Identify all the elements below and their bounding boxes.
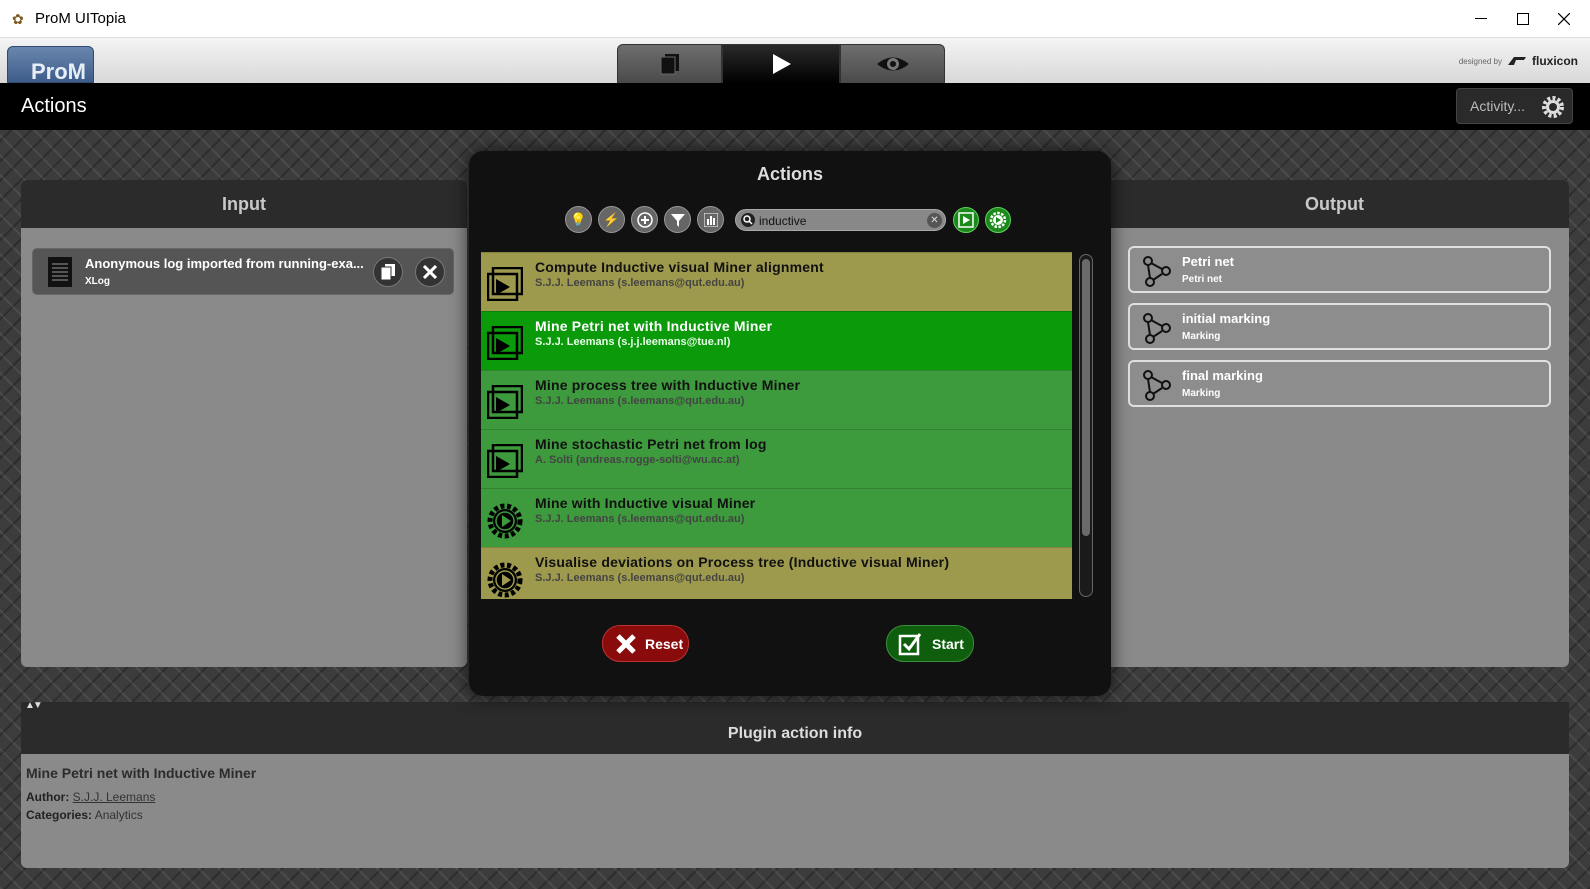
action-row[interactable]: Mine process tree with Inductive Miner S… [481, 370, 1072, 429]
output-panel-title: Output [1100, 180, 1569, 228]
main-tabs [617, 44, 945, 83]
output-panel: Output Petri net Petri net initial marki… [1100, 180, 1569, 667]
plugin-filter-icon [958, 212, 974, 228]
document-icon [48, 257, 72, 287]
collapse-arrows-icon[interactable]: ▲▼ [25, 700, 43, 711]
input-item-name: Anonymous log imported from running-exa.… [85, 256, 364, 271]
maximize-icon [1517, 13, 1529, 25]
tab-actions[interactable] [722, 44, 840, 83]
tab-workspace[interactable] [617, 44, 722, 83]
minimize-button[interactable] [1452, 0, 1510, 38]
remove-input-button[interactable] [415, 257, 445, 287]
visualizer-icon [487, 503, 523, 539]
action-row[interactable]: Mine with Inductive visual Miner S.J.J. … [481, 488, 1072, 547]
bar-chart-icon [703, 212, 718, 227]
author-link[interactable]: S.J.J. Leemans [73, 790, 156, 804]
fluxicon-credit: designed by fluxicon [1458, 54, 1578, 68]
action-row-selected[interactable]: Mine Petri net with Inductive Miner S.J.… [481, 311, 1072, 370]
copy-input-button[interactable] [373, 257, 403, 287]
show-visualizers-button[interactable] [985, 207, 1011, 233]
filter-chart-button[interactable] [697, 206, 724, 233]
app-header: ProM designed by fluxicon [0, 38, 1590, 83]
info-panel-title: Plugin action info [21, 714, 1569, 754]
input-panel-title: Input [21, 180, 467, 228]
plugin-info-panel: Plugin action info Mine Petri net with I… [21, 714, 1569, 868]
actions-list: Compute Inductive visual Miner alignment… [481, 252, 1072, 599]
petri-net-icon [1143, 313, 1171, 344]
fluxicon-logo-icon [1507, 57, 1526, 65]
action-row[interactable]: Mine stochastic Petri net from log A. So… [481, 429, 1072, 488]
search-input[interactable] [759, 212, 919, 229]
output-item[interactable]: initial marking Marking [1128, 303, 1551, 350]
visualizer-filter-icon [989, 211, 1007, 229]
plugin-icon [487, 444, 523, 478]
eye-icon [876, 57, 909, 71]
maximize-button[interactable] [1508, 0, 1538, 38]
clear-search-button[interactable]: ✕ [927, 213, 942, 228]
checkbox-icon [898, 632, 922, 655]
petri-net-icon [1143, 256, 1171, 287]
gear-icon [1542, 96, 1564, 118]
input-item-type: XLog [85, 276, 110, 287]
filter-add-button[interactable] [631, 206, 658, 233]
panel-splitter[interactable]: ▲▼ [21, 700, 1569, 714]
funnel-icon [670, 213, 685, 227]
show-plugins-button[interactable] [953, 207, 979, 233]
input-item[interactable]: Anonymous log imported from running-exa.… [32, 248, 454, 295]
close-icon [423, 265, 437, 279]
plugin-icon [487, 385, 523, 419]
plugin-categories: Categories: Analytics [26, 808, 143, 822]
reset-button[interactable]: Reset [602, 625, 689, 662]
actions-bar: Actions Activity... [0, 83, 1590, 130]
filter-funnel-button[interactable] [664, 206, 691, 233]
workspace-icon [660, 54, 679, 75]
prom-logo: ProM [7, 46, 94, 83]
filter-lightning-button[interactable]: ⚡ [598, 206, 625, 233]
petri-net-icon [1143, 370, 1171, 401]
copy-icon [381, 264, 395, 280]
scrollbar-thumb[interactable] [1082, 259, 1090, 536]
plugin-author: Author: S.J.J. Leemans [26, 790, 156, 804]
output-item[interactable]: Petri net Petri net [1128, 246, 1551, 293]
search-icon [741, 213, 755, 227]
action-row[interactable]: Compute Inductive visual Miner alignment… [481, 252, 1072, 311]
lightbulb-icon: 💡 [570, 211, 587, 227]
close-icon [1558, 13, 1570, 25]
lightning-icon: ⚡ [603, 211, 620, 227]
plugin-icon [487, 267, 523, 301]
plugin-name: Mine Petri net with Inductive Miner [26, 765, 257, 781]
visualizer-icon [487, 562, 523, 598]
plugin-icon [487, 326, 523, 360]
plus-circle-icon [636, 211, 653, 228]
actions-scrollbar[interactable] [1079, 254, 1093, 597]
filter-toolbar: 💡 ⚡ [565, 206, 724, 233]
close-window-button[interactable] [1538, 0, 1590, 38]
tab-view[interactable] [840, 44, 945, 83]
search-box[interactable]: ✕ [735, 209, 946, 231]
input-panel: Input Anonymous log imported from runnin… [21, 180, 467, 667]
play-icon [773, 54, 791, 74]
output-item[interactable]: final marking Marking [1128, 360, 1551, 407]
actions-dialog: Actions 💡 ⚡ ✕ Compute Inductive visual M… [469, 151, 1111, 696]
window-titlebar: ✿ ProM UITopia [0, 0, 1590, 38]
activity-button[interactable]: Activity... [1456, 88, 1573, 124]
prom-icon: ✿ [12, 11, 24, 27]
minimize-icon [1475, 18, 1487, 19]
window-title: ProM UITopia [35, 10, 126, 27]
start-button[interactable]: Start [886, 625, 974, 662]
x-icon [616, 633, 636, 654]
filter-idea-button[interactable]: 💡 [565, 206, 592, 233]
action-row[interactable]: Visualise deviations on Process tree (In… [481, 547, 1072, 599]
dialog-title: Actions [756, 164, 823, 184]
page-title: Actions [21, 95, 87, 117]
